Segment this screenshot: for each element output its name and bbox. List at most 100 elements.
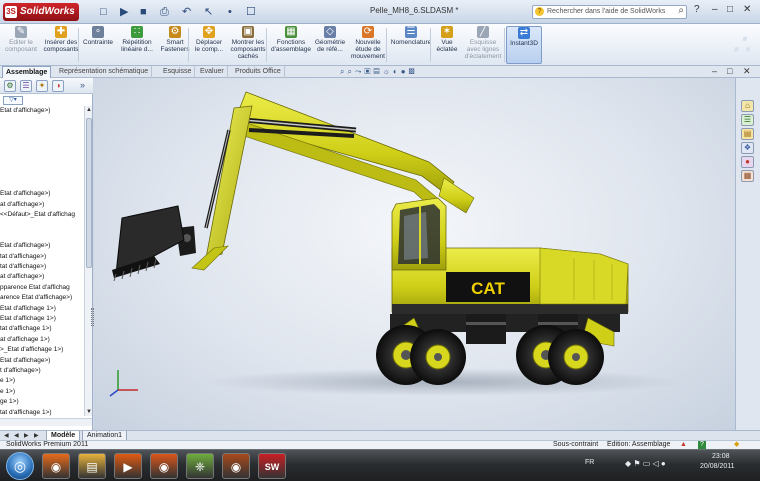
show-hidden-button[interactable]: ▣ Montrer les composants cachés: [228, 26, 268, 64]
tree-item[interactable]: at d'affichage 1>): [0, 335, 84, 345]
taskbar-solidworks-icon[interactable]: SW: [258, 453, 286, 479]
tree-item[interactable]: Etat d'affichage 1>): [0, 304, 84, 314]
help-menu-button[interactable]: ?: [694, 4, 700, 15]
tree-item[interactable]: Etat d'affichage>): [0, 241, 84, 251]
options-button[interactable]: ☐: [246, 5, 256, 19]
tree-item[interactable]: [0, 116, 84, 126]
tags-icon[interactable]: ◆: [734, 441, 739, 449]
explode-line-sketch-button[interactable]: ╱ Esquisse avec lignes d'éclatement: [462, 26, 504, 64]
edit-component-button[interactable]: ✎ Editer le composant: [4, 26, 38, 64]
new-motion-study-button[interactable]: ⟳ Nouvelle étude de mouvement: [348, 26, 388, 64]
tree-item[interactable]: tat d'affichage>): [0, 262, 84, 272]
tree-item[interactable]: [0, 220, 84, 230]
expand-panel-icon[interactable]: »: [80, 80, 85, 90]
tree-item[interactable]: tat d'affichage>): [0, 252, 84, 262]
tree-item[interactable]: Etat d'affichage 1>): [0, 314, 84, 324]
feature-manager-tab-icon[interactable]: ⚙: [4, 80, 16, 92]
select-button[interactable]: ↖: [204, 5, 213, 19]
clock-date[interactable]: 20/08/2011: [700, 463, 735, 470]
taskbar-firefox-icon[interactable]: ◉: [42, 453, 70, 479]
new-document-button[interactable]: □: [100, 5, 107, 19]
solidworks-resources-icon[interactable]: ⌂: [741, 100, 754, 112]
insert-components-button[interactable]: ✚ Insérer des composants: [40, 26, 82, 64]
scroll-up-icon[interactable]: ▲: [85, 106, 93, 114]
configuration-manager-tab-icon[interactable]: ✦: [36, 80, 48, 92]
prev-tab-icon[interactable]: ◀: [14, 432, 19, 439]
bom-button[interactable]: ☰ Nomenclature: [390, 26, 432, 64]
tree-item[interactable]: at d'affichage>): [0, 200, 84, 210]
tree-item[interactable]: [0, 168, 84, 178]
tree-item[interactable]: arence Etat d'affichage>): [0, 293, 84, 303]
heads-up-view-toolbar[interactable]: ⌕⌕⤳▣▤☼◐●▩: [340, 67, 418, 77]
instant3d-button[interactable]: ⇄ Instant3D: [506, 26, 542, 64]
open-document-button[interactable]: ▶: [120, 5, 128, 19]
tab-evaluer[interactable]: Evaluer: [197, 66, 228, 78]
tree-item[interactable]: t d'affichage>): [0, 366, 84, 376]
tree-item[interactable]: e 1>): [0, 376, 84, 386]
undo-button[interactable]: ↶: [182, 5, 191, 19]
system-tray-icons[interactable]: ◆ ⚑ ▭ ◁ ●: [625, 459, 666, 468]
taskbar-games-icon[interactable]: ❈: [186, 453, 214, 479]
exploded-view-button[interactable]: ✶ Vue éclatée: [434, 26, 460, 64]
tree-filter-button[interactable]: ▽▾: [3, 96, 23, 105]
display-manager-tab-icon[interactable]: ◑: [52, 80, 64, 92]
tree-item[interactable]: Etat d'affichage>): [0, 189, 84, 199]
status-help-button[interactable]: ?: [698, 441, 706, 449]
solidworks-logo[interactable]: 3S SolidWorks: [3, 3, 79, 21]
tree-item[interactable]: ge 1>): [0, 397, 84, 407]
restore-button[interactable]: □: [727, 4, 733, 15]
mate-button[interactable]: ∘ Contrainte: [82, 26, 114, 64]
view-palette-icon[interactable]: ❖: [741, 142, 754, 154]
assembly-features-button[interactable]: ▦ Fonctions d'assemblage: [270, 26, 312, 64]
help-search-input[interactable]: ? Rechercher dans l'aide de SolidWorks ⌕: [532, 5, 687, 19]
taskbar-firefox-2-icon[interactable]: ◉: [150, 453, 178, 479]
smart-fasteners-button[interactable]: ⚙ Smart Fasteners: [160, 26, 190, 64]
start-button[interactable]: ◎: [6, 452, 34, 480]
excavator-model[interactable]: CAT: [94, 78, 735, 430]
tree-item[interactable]: [0, 148, 84, 158]
property-manager-tab-icon[interactable]: ☰: [20, 80, 32, 92]
tree-item[interactable]: tat d'affichage 1>): [0, 408, 84, 416]
custom-properties-icon[interactable]: ▦: [741, 170, 754, 182]
view-close-button[interactable]: ✕: [743, 66, 751, 77]
tree-item[interactable]: tat d'affichage 1>): [0, 324, 84, 334]
tree-item[interactable]: [0, 137, 84, 147]
linear-pattern-button[interactable]: ∷ Répétition linéaire d...: [116, 26, 158, 64]
rebuild-button[interactable]: •: [228, 5, 232, 19]
tree-vertical-scrollbar[interactable]: ▲ ▼: [84, 106, 92, 416]
file-explorer-icon[interactable]: ▤: [741, 128, 754, 140]
print-button[interactable]: ⎙: [160, 5, 169, 19]
reference-geometry-button[interactable]: ◇ Géométrie de réfé...: [313, 26, 347, 64]
taskbar-explorer-icon[interactable]: ▤: [78, 453, 106, 479]
design-library-icon[interactable]: ☰: [741, 114, 754, 126]
tab-representation-schematique[interactable]: Représentation schématique: [56, 66, 153, 78]
save-button[interactable]: ■: [140, 5, 147, 19]
graphics-area[interactable]: CAT: [94, 78, 735, 430]
scroll-thumb[interactable]: [86, 118, 92, 268]
tab-assemblage[interactable]: Assemblage: [2, 66, 52, 78]
tree-horizontal-scrollbar[interactable]: [0, 418, 92, 426]
clock-time[interactable]: 23:08: [712, 453, 730, 460]
search-icon[interactable]: ⌕: [678, 5, 684, 17]
scroll-down-icon[interactable]: ▼: [85, 408, 93, 416]
next-tab-icon[interactable]: ▶: [24, 432, 29, 439]
tree-item[interactable]: pparence Etat d'affichag: [0, 283, 84, 293]
tab-produits-office[interactable]: Produits Office: [232, 66, 285, 78]
view-minimize-button[interactable]: –: [712, 66, 717, 76]
appearances-icon[interactable]: ●: [741, 156, 754, 168]
tree-item[interactable]: >_Etat d'affichage 1>): [0, 345, 84, 355]
taskbar-firefox-3-icon[interactable]: ◉: [222, 453, 250, 479]
view-restore-button[interactable]: □: [727, 66, 732, 76]
tree-item[interactable]: [0, 127, 84, 137]
close-button[interactable]: ✕: [743, 4, 751, 15]
language-indicator[interactable]: FR: [585, 459, 594, 466]
tree-item[interactable]: [0, 179, 84, 189]
tree-item[interactable]: Etat d'affichage>): [0, 106, 84, 116]
tree-item[interactable]: Etat d'affichage>): [0, 356, 84, 366]
first-tab-icon[interactable]: ◀: [4, 432, 9, 439]
tree-item[interactable]: at d'affichage>): [0, 272, 84, 282]
move-component-button[interactable]: ✥ Déplacer le comp...: [192, 26, 226, 64]
tree-item[interactable]: e 1>): [0, 387, 84, 397]
taskbar-media-player-icon[interactable]: ▶: [114, 453, 142, 479]
minimize-button[interactable]: –: [712, 4, 718, 15]
